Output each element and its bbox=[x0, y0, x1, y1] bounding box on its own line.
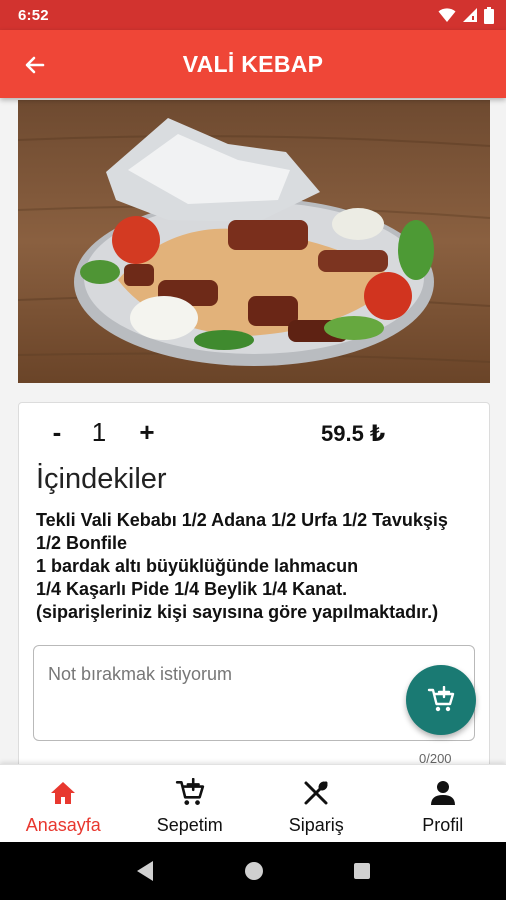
home-circle-icon[interactable] bbox=[244, 861, 264, 881]
ingredients-line: (siparişleriniz kişi sayısına göre yapıl… bbox=[36, 602, 439, 622]
nav-item-profile[interactable]: Profil bbox=[380, 765, 506, 842]
wifi-icon bbox=[438, 8, 456, 22]
nav-label: Profil bbox=[422, 815, 464, 835]
page-title: VALİ KEBAP bbox=[182, 50, 324, 77]
nav-label: Sipariş bbox=[288, 815, 344, 835]
back-button[interactable] bbox=[20, 50, 50, 80]
status-time: 6:52 bbox=[18, 6, 49, 24]
back-triangle-icon[interactable] bbox=[135, 860, 155, 882]
note-char-counter: 0/200 bbox=[419, 751, 452, 764]
nav-item-orders[interactable]: Sipariş bbox=[253, 765, 380, 842]
person-icon bbox=[430, 777, 456, 809]
quantity-stepper: - 1 + 59.5 ₺ bbox=[19, 417, 489, 451]
ingredients-line: Tekli Vali Kebabı 1/2 Adana 1/2 Urfa 1/2… bbox=[36, 510, 448, 530]
product-detail-content[interactable]: - 1 + 59.5 ₺ İçindekiler Tekli Vali Keba… bbox=[0, 98, 506, 764]
cart-add-icon bbox=[175, 777, 205, 809]
decrease-quantity-button[interactable]: - bbox=[47, 417, 67, 448]
home-icon bbox=[49, 777, 77, 809]
nav-label: Sepetim bbox=[156, 815, 223, 835]
ingredients-line: 1/4 Kaşarlı Pide 1/4 Beylik 1/4 Kanat. bbox=[36, 579, 348, 599]
product-price: 59.5 ₺ bbox=[321, 421, 386, 446]
system-navigation-bar bbox=[0, 842, 506, 900]
ingredients-line: 1 bardak altı büyüklüğünde lahmacun bbox=[36, 556, 359, 576]
status-bar: 6:52 bbox=[0, 0, 506, 30]
add-to-cart-button[interactable] bbox=[406, 665, 476, 735]
ingredients-text: Tekli Vali Kebabı 1/2 Adana 1/2 Urfa 1/2… bbox=[36, 509, 488, 624]
app-bar: VALİ KEBAP bbox=[0, 30, 506, 98]
ingredients-line: 1/2 Bonfile bbox=[36, 533, 128, 553]
nav-item-home[interactable]: Anasayfa bbox=[0, 765, 127, 842]
food-image bbox=[18, 100, 490, 383]
signal-icon bbox=[463, 8, 477, 22]
battery-icon bbox=[484, 6, 494, 24]
ingredients-title: İçindekiler bbox=[36, 463, 167, 495]
recents-square-icon[interactable] bbox=[353, 862, 371, 880]
status-icons bbox=[438, 6, 494, 24]
arrow-left-icon bbox=[25, 56, 45, 74]
note-input[interactable] bbox=[48, 664, 388, 685]
increase-quantity-button[interactable]: + bbox=[135, 417, 159, 448]
cart-add-icon bbox=[427, 686, 455, 712]
nav-item-cart[interactable]: Sepetim bbox=[127, 765, 254, 842]
bottom-navigation: Anasayfa Sepetim Sipariş Profil bbox=[0, 764, 506, 842]
nav-label: Anasayfa bbox=[25, 815, 101, 835]
product-card: - 1 + 59.5 ₺ İçindekiler Tekli Vali Keba… bbox=[18, 402, 490, 764]
fork-knife-icon bbox=[302, 777, 330, 809]
quantity-value: 1 bbox=[91, 417, 107, 447]
